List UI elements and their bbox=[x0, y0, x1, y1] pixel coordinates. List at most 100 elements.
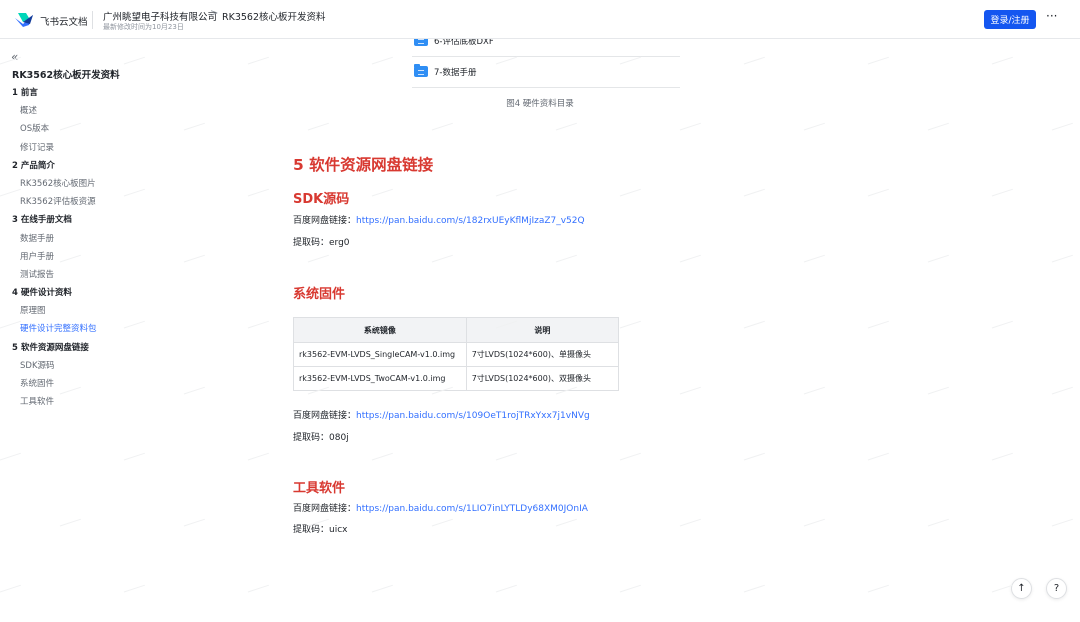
toc-item[interactable]: RK3562评估板资源 bbox=[12, 193, 212, 211]
sdk-link[interactable]: https://pan.baidu.com/s/182rxUEyKflMjIza… bbox=[356, 216, 585, 226]
watermark-mark bbox=[867, 584, 891, 597]
toc-item[interactable]: 3 在线手册文档 bbox=[12, 211, 212, 229]
firmware-link-paragraph: 百度网盘链接：https://pan.baidu.com/s/109OeT1ro… bbox=[293, 408, 590, 421]
watermark-mark bbox=[495, 452, 519, 465]
brand-name[interactable]: 飞书云文档 bbox=[40, 14, 88, 28]
watermark-mark bbox=[555, 122, 579, 135]
watermark-mark bbox=[1051, 254, 1075, 267]
more-options-icon[interactable]: ··· bbox=[1046, 9, 1057, 23]
watermark-mark bbox=[1051, 122, 1075, 135]
link-label: 百度网盘链接： bbox=[293, 504, 357, 514]
toc-item[interactable]: 2 产品简介 bbox=[12, 157, 212, 175]
firmware-code: 提取码：080j bbox=[293, 433, 349, 443]
watermark-mark bbox=[803, 518, 827, 531]
watermark-mark bbox=[991, 188, 1015, 201]
toc-item[interactable]: 测试报告 bbox=[12, 266, 212, 284]
file-row[interactable]: 7-数据手册 bbox=[412, 57, 680, 88]
watermark-mark bbox=[803, 386, 827, 399]
toc-item[interactable]: 原理图 bbox=[12, 302, 212, 320]
toc-item[interactable]: 工具软件 bbox=[12, 393, 212, 411]
watermark-mark bbox=[59, 518, 83, 531]
top-header: 飞书云文档 广州眺望电子科技有限公司 > RK3562核心板开发资料 最新修改时… bbox=[0, 0, 1080, 39]
watermark-mark bbox=[307, 122, 331, 135]
table-cell: rk3562-EVM-LVDS_TwoCAM-v1.0.img bbox=[293, 366, 467, 391]
watermark-mark bbox=[555, 254, 579, 267]
watermark-mark bbox=[991, 320, 1015, 333]
table-cell: 7寸LVDS(1024*600)、单摄像头 bbox=[465, 342, 620, 367]
tools-heading: 工具软件 bbox=[293, 481, 346, 496]
table-cell: 7寸LVDS(1024*600)、双摄像头 bbox=[465, 366, 620, 391]
toc-item[interactable]: RK3562核心板图片 bbox=[12, 175, 212, 193]
watermark-mark bbox=[247, 320, 271, 333]
watermark-mark bbox=[431, 254, 455, 267]
toc-doc-title[interactable]: RK3562核心板开发资料 bbox=[12, 68, 212, 84]
toc-item[interactable]: 硬件设计完整资料包 bbox=[12, 320, 212, 338]
header-divider bbox=[92, 11, 93, 29]
collapse-sidebar-icon[interactable]: « bbox=[11, 50, 18, 64]
watermark-mark bbox=[927, 254, 951, 267]
watermark-mark bbox=[0, 584, 23, 597]
firmware-heading: 系统固件 bbox=[293, 287, 346, 302]
watermark-mark bbox=[927, 518, 951, 531]
section-title: 5 软件资源网盘链接 bbox=[293, 156, 434, 174]
table-row: rk3562-EVM-LVDS_TwoCAM-v1.0.img 7寸LVDS(1… bbox=[293, 366, 620, 391]
watermark-mark bbox=[247, 452, 271, 465]
watermark-mark bbox=[803, 122, 827, 135]
watermark-mark bbox=[555, 518, 579, 531]
watermark-mark bbox=[123, 584, 147, 597]
watermark-mark bbox=[431, 518, 455, 531]
breadcrumb-doc-title: RK3562核心板开发资料 bbox=[222, 12, 326, 23]
watermark-mark bbox=[247, 584, 271, 597]
toc-item[interactable]: 系统固件 bbox=[12, 375, 212, 393]
toc-item[interactable]: SDK源码 bbox=[12, 357, 212, 375]
help-button[interactable]: ? bbox=[1046, 578, 1067, 599]
tools-link[interactable]: https://pan.baidu.com/s/1LIO7inLYTLDy68X… bbox=[356, 504, 588, 514]
watermark-mark bbox=[679, 386, 703, 399]
watermark-mark bbox=[867, 188, 891, 201]
watermark-mark bbox=[679, 254, 703, 267]
watermark-mark bbox=[1051, 518, 1075, 531]
watermark-mark bbox=[867, 56, 891, 69]
breadcrumb-org[interactable]: 广州眺望电子科技有限公司 bbox=[103, 9, 217, 23]
sdk-link-paragraph: 百度网盘链接：https://pan.baidu.com/s/182rxUEyK… bbox=[293, 213, 585, 226]
file-name: 7-数据手册 bbox=[434, 68, 477, 78]
table-header: 说明 bbox=[465, 317, 620, 343]
watermark-mark bbox=[743, 56, 767, 69]
sdk-heading: SDK源码 bbox=[293, 192, 350, 207]
watermark-mark bbox=[123, 56, 147, 69]
watermark-mark bbox=[743, 584, 767, 597]
toc-item[interactable]: 1 前言 bbox=[12, 84, 212, 102]
toc-item[interactable]: 概述 bbox=[12, 102, 212, 120]
watermark-mark bbox=[619, 188, 643, 201]
figure-caption: 图4 硬件资料目录 bbox=[506, 99, 574, 109]
feishu-logo-icon[interactable] bbox=[14, 11, 34, 29]
tools-code: 提取码：uicx bbox=[293, 525, 348, 535]
watermark-mark bbox=[867, 452, 891, 465]
toc-item[interactable]: 5 软件资源网盘链接 bbox=[12, 339, 212, 357]
table-of-contents: RK3562核心板开发资料 1 前言 概述 OS版本 修订记录 2 产品简介 RK3562… bbox=[12, 68, 212, 411]
watermark-mark bbox=[495, 584, 519, 597]
watermark-mark bbox=[431, 122, 455, 135]
table-cell: rk3562-EVM-LVDS_SingleCAM-v1.0.img bbox=[293, 342, 467, 367]
toc-item[interactable]: OS版本 bbox=[12, 120, 212, 138]
watermark-mark bbox=[247, 188, 271, 201]
firmware-link[interactable]: https://pan.baidu.com/s/109OeT1rojTRxYxx… bbox=[356, 411, 590, 421]
last-modified-text: 最新修改时间为10月23日 bbox=[103, 23, 184, 31]
back-to-top-button[interactable]: ↑ bbox=[1011, 578, 1032, 599]
toc-item[interactable]: 用户手册 bbox=[12, 248, 212, 266]
watermark-mark bbox=[743, 452, 767, 465]
watermark-mark bbox=[927, 386, 951, 399]
tools-link-paragraph: 百度网盘链接：https://pan.baidu.com/s/1LIO7inLY… bbox=[293, 501, 588, 514]
link-label: 百度网盘链接： bbox=[293, 216, 357, 226]
watermark-mark bbox=[803, 254, 827, 267]
watermark-mark bbox=[371, 584, 395, 597]
login-register-button[interactable]: 登录/注册 bbox=[984, 10, 1036, 29]
toc-item[interactable]: 数据手册 bbox=[12, 230, 212, 248]
link-label: 百度网盘链接： bbox=[293, 411, 357, 421]
folder-icon bbox=[414, 64, 428, 77]
table-header: 系统镜像 bbox=[293, 317, 467, 343]
toc-item[interactable]: 修订记录 bbox=[12, 139, 212, 157]
toc-item[interactable]: 4 硬件设计资料 bbox=[12, 284, 212, 302]
watermark-mark bbox=[1051, 386, 1075, 399]
watermark-mark bbox=[371, 452, 395, 465]
